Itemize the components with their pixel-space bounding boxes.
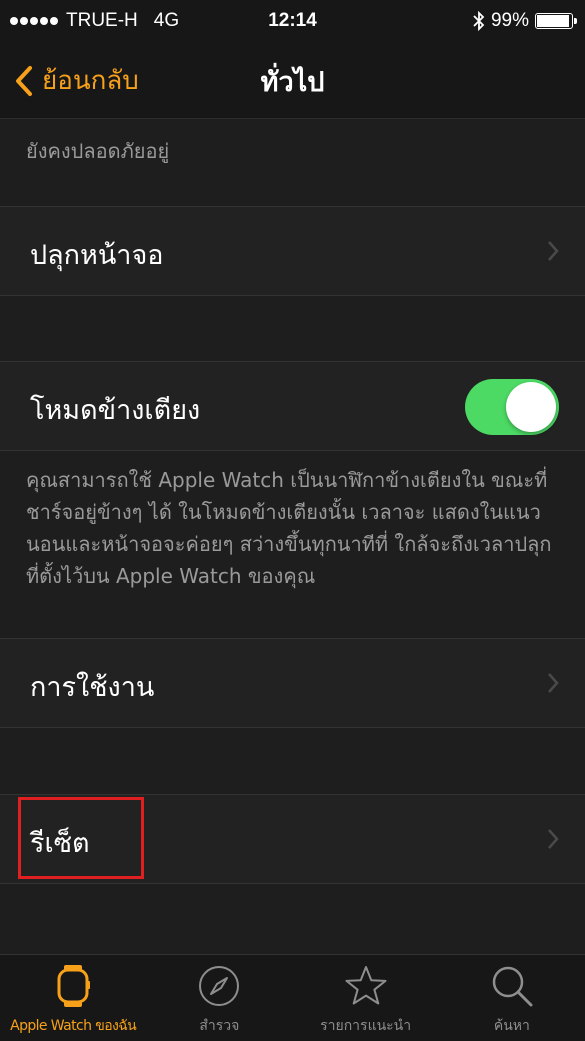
status-bar: TRUE-H 4G 12:14 99%: [0, 0, 585, 42]
tab-bar: Apple Watch ของฉัน สำรวจ รายการแนะนำ ค้น…: [0, 954, 585, 1041]
nightstand-mode-label: โหมดข้างเตียง: [30, 395, 201, 426]
tab-explore-label: สำรวจ: [199, 1018, 240, 1034]
tab-featured[interactable]: รายการแนะนำ: [293, 955, 439, 1041]
wake-screen-label: ปลุกหน้าจอ: [30, 240, 164, 271]
tab-search-label: ค้นหา: [493, 1018, 530, 1034]
wake-screen-row[interactable]: ปลุกหน้าจอ: [0, 206, 585, 296]
tab-explore[interactable]: สำรวจ: [146, 955, 292, 1041]
battery-icon: [535, 13, 577, 29]
settings-list[interactable]: ยังคงปลอดภัยอยู่ ปลุกหน้าจอ โหมดข้างเตีย…: [0, 119, 585, 954]
chevron-right-icon: [548, 673, 559, 693]
chevron-right-icon: [548, 241, 559, 261]
battery-fill: [537, 15, 569, 27]
battery-percent: 99%: [490, 10, 529, 31]
usage-label: การใช้งาน: [30, 672, 155, 703]
tab-my-watch[interactable]: Apple Watch ของฉัน: [0, 955, 146, 1041]
usage-row[interactable]: การใช้งาน: [0, 638, 585, 728]
nightstand-description: คุณสามารถใช้ Apple Watch เป็นนาฬิกาข้างเ…: [26, 468, 552, 588]
toggle-knob: [506, 382, 556, 432]
reset-row[interactable]: รีเซ็ต: [0, 794, 585, 884]
status-right: 99%: [473, 10, 577, 32]
nightstand-mode-toggle[interactable]: [465, 379, 559, 435]
nightstand-mode-row: โหมดข้างเตียง: [0, 361, 585, 451]
compass-icon: [199, 966, 240, 1006]
chevron-right-icon: [548, 829, 559, 849]
search-icon: [492, 966, 533, 1007]
top-description: ยังคงปลอดภัยอยู่: [26, 139, 170, 163]
navigation-bar: ย้อนกลับ ทั่วไป: [0, 42, 585, 119]
page-title: ทั่วไป: [260, 67, 325, 98]
reset-label: รีเซ็ต: [30, 828, 90, 859]
star-icon: [345, 966, 387, 1005]
watch-icon: [57, 965, 91, 1007]
bluetooth-icon: [473, 11, 485, 31]
tab-my-watch-label: Apple Watch ของฉัน: [10, 1018, 137, 1034]
tab-featured-label: รายการแนะนำ: [320, 1018, 412, 1034]
tab-search[interactable]: ค้นหา: [439, 955, 585, 1041]
